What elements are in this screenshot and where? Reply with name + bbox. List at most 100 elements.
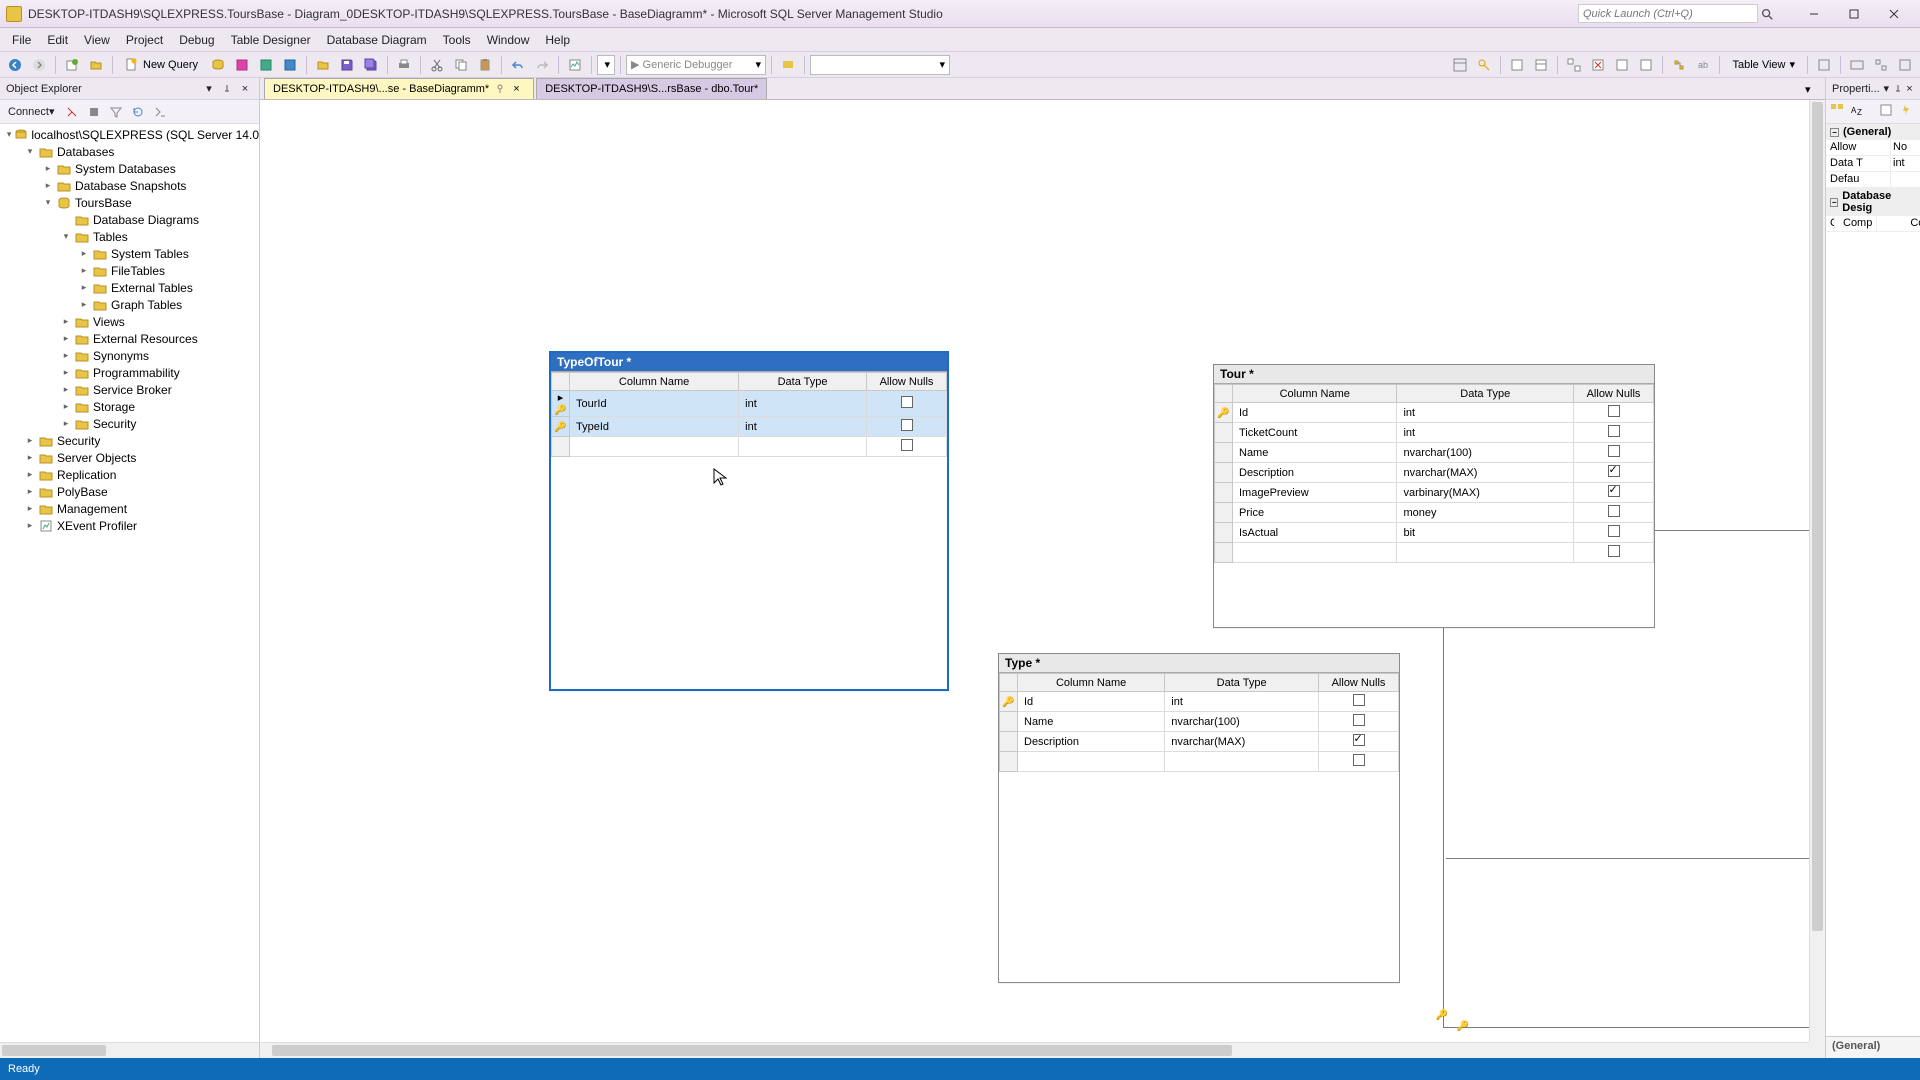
data-type-cell[interactable]	[739, 437, 867, 457]
add-table-icon[interactable]	[1530, 54, 1552, 76]
allow-nulls-cell[interactable]	[1574, 423, 1654, 443]
expand-icon[interactable]: ▾	[6, 129, 12, 141]
data-type-cell[interactable]: bit	[1397, 523, 1574, 543]
remove-icon[interactable]	[1611, 54, 1633, 76]
checkbox[interactable]	[1353, 694, 1365, 706]
tree-node[interactable]: ▸Graph Tables	[0, 296, 259, 313]
pin-icon[interactable]	[219, 81, 235, 97]
column-name-cell[interactable]: ImagePreview	[1233, 483, 1397, 503]
tree-node[interactable]: ▸Service Broker	[0, 381, 259, 398]
property-row[interactable]: Condint	[1906, 216, 1920, 232]
prop-events-icon[interactable]	[1899, 103, 1916, 121]
checkbox[interactable]	[901, 419, 913, 431]
property-category[interactable]: −(General)	[1826, 124, 1920, 140]
checkbox[interactable]	[901, 396, 913, 408]
dropdown-icon[interactable]: ▾	[201, 81, 217, 97]
table-grid[interactable]: Column NameData TypeAllow Nulls▸🔑TourIdi…	[551, 372, 947, 457]
arrange-icon[interactable]	[1870, 54, 1892, 76]
expand-icon[interactable]: ▸	[24, 469, 36, 481]
table-row[interactable]: Pricemoney	[1215, 503, 1654, 523]
stop-icon[interactable]	[85, 103, 103, 121]
close-pane-icon[interactable]: ×	[1905, 81, 1914, 97]
menu-table-designer[interactable]: Table Designer	[223, 30, 319, 50]
data-type-cell[interactable]: nvarchar(100)	[1165, 712, 1319, 732]
table-row[interactable]	[552, 437, 947, 457]
new-query-button[interactable]: New Query	[118, 54, 205, 76]
property-row[interactable]: CollatCompCondintDescrFull-tHas NNoIdent…	[1826, 216, 1920, 232]
checkbox[interactable]	[1353, 754, 1365, 766]
maximize-button[interactable]	[1834, 3, 1874, 25]
tree-node[interactable]: ▸Storage	[0, 398, 259, 415]
column-name-cell[interactable]: IsActual	[1233, 523, 1397, 543]
expand-icon[interactable]: ▸	[78, 282, 90, 294]
column-name-cell[interactable]: Description	[1233, 463, 1397, 483]
data-type-cell[interactable]: int	[1397, 423, 1574, 443]
allow-nulls-cell[interactable]	[867, 417, 947, 437]
property-row[interactable]: Comp	[1839, 216, 1906, 232]
data-type-cell[interactable]: nvarchar(MAX)	[1165, 732, 1319, 752]
comment-icon[interactable]	[777, 54, 799, 76]
expand-icon[interactable]: ▸	[78, 299, 90, 311]
allow-nulls-cell[interactable]	[1574, 543, 1654, 563]
table-view-button[interactable]: Table View ▾	[1725, 54, 1802, 76]
save-icon[interactable]	[336, 54, 358, 76]
expand-icon[interactable]: ▸	[24, 520, 36, 532]
column-name-cell[interactable]: Id	[1018, 692, 1165, 712]
column-name-cell[interactable]: TourId	[570, 391, 739, 417]
tree-node[interactable]: ▾localhost\SQLEXPRESS (SQL Server 14.0	[0, 126, 259, 143]
expand-icon[interactable]: ▸	[60, 418, 72, 430]
script-icon[interactable]	[151, 103, 169, 121]
menu-tools[interactable]: Tools	[435, 30, 479, 50]
tree-node[interactable]: ▸Synonyms	[0, 347, 259, 364]
menu-file[interactable]: File	[4, 30, 39, 50]
debugger-dropdown[interactable]: ▶ Generic Debugger▾	[626, 55, 766, 75]
tree-node[interactable]: ▾Tables	[0, 228, 259, 245]
data-type-cell[interactable]: int	[1165, 692, 1319, 712]
table-row[interactable]	[1000, 752, 1399, 772]
checkbox[interactable]	[1608, 505, 1620, 517]
tree-node[interactable]: ▸Server Objects	[0, 449, 259, 466]
search-icon[interactable]	[1760, 4, 1782, 23]
table-row[interactable]: IsActualbit	[1215, 523, 1654, 543]
menu-edit[interactable]: Edit	[39, 30, 76, 50]
key-icon[interactable]	[1473, 54, 1495, 76]
property-value[interactable]: int	[1890, 156, 1920, 172]
tree-node[interactable]: ▸PolyBase	[0, 483, 259, 500]
object-explorer-tree[interactable]: ▾localhost\SQLEXPRESS (SQL Server 14.0▾D…	[0, 124, 259, 1058]
new-text-icon[interactable]	[1506, 54, 1528, 76]
checkbox[interactable]	[1608, 445, 1620, 457]
tree-node[interactable]: ▸External Resources	[0, 330, 259, 347]
table-row[interactable]: 🔑Idint	[1000, 692, 1399, 712]
table-row[interactable]: 🔑TypeIdint	[552, 417, 947, 437]
allow-nulls-cell[interactable]	[1574, 483, 1654, 503]
checkbox[interactable]	[901, 439, 913, 451]
column-name-cell[interactable]: Name	[1018, 712, 1165, 732]
tree-node[interactable]: ▸Management	[0, 500, 259, 517]
checkbox[interactable]	[1608, 525, 1620, 537]
column-name-cell[interactable]	[1018, 752, 1165, 772]
prop-pages-icon[interactable]	[1879, 103, 1896, 121]
allow-nulls-cell[interactable]	[1319, 732, 1399, 752]
column-name-cell[interactable]: TypeId	[570, 417, 739, 437]
table-row[interactable]	[1215, 543, 1654, 563]
allow-nulls-cell[interactable]	[1574, 443, 1654, 463]
table-tour[interactable]: Tour * Column NameData TypeAllow Nulls🔑I…	[1213, 364, 1655, 628]
print-icon[interactable]	[393, 54, 415, 76]
tree-node[interactable]: ▸System Databases	[0, 160, 259, 177]
expand-icon[interactable]: ▸	[24, 452, 36, 464]
allow-nulls-cell[interactable]	[1319, 752, 1399, 772]
table-row[interactable]: Namenvarchar(100)	[1000, 712, 1399, 732]
horizontal-scrollbar[interactable]	[260, 1042, 1809, 1058]
tab-tour[interactable]: DESKTOP-ITDASH9\S...rsBase - dbo.Tour*	[536, 78, 767, 99]
paste-icon[interactable]	[474, 54, 496, 76]
allow-nulls-cell[interactable]	[1319, 712, 1399, 732]
expand-icon[interactable]: ▾	[42, 197, 54, 209]
page-break-icon[interactable]	[1894, 54, 1916, 76]
expand-icon[interactable]: ▸	[24, 435, 36, 447]
zoom-icon[interactable]	[1813, 54, 1835, 76]
open-file-icon[interactable]	[312, 54, 334, 76]
nav-fwd-icon[interactable]	[28, 54, 50, 76]
table-row[interactable]: ▸🔑TourIdint	[552, 391, 947, 417]
property-row[interactable]: Defau	[1826, 172, 1920, 188]
table-row[interactable]: Namenvarchar(100)	[1215, 443, 1654, 463]
